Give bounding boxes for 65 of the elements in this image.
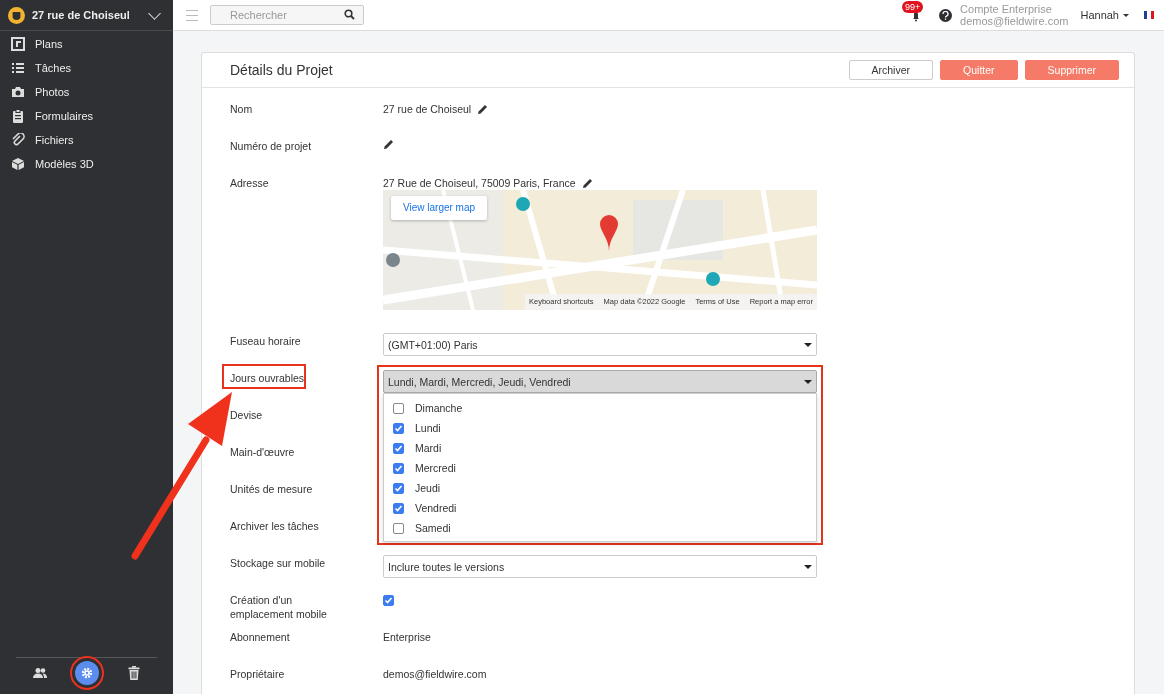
checkbox[interactable] — [393, 462, 404, 474]
clipboard-icon — [11, 109, 25, 123]
checkbox[interactable] — [393, 482, 404, 494]
sidebar-item[interactable]: Fichiers — [0, 128, 173, 152]
checkbox[interactable] — [393, 402, 404, 414]
checkbox[interactable] — [393, 522, 404, 534]
multi-select-field[interactable]: Lundi, Mardi, Mercredi, Jeudi, Vendredi — [383, 370, 817, 393]
cube-icon — [11, 157, 25, 171]
account-plan: Compte Enterprise — [960, 3, 1053, 15]
field-label: Devise — [230, 409, 263, 421]
field-label: Unités de mesure — [230, 483, 313, 495]
field-label: Création d'un emplacement mobile — [230, 594, 327, 620]
field-label: Archiver les tâches — [230, 520, 319, 532]
paperclip-icon — [11, 133, 25, 147]
account-email: demos@fieldwire.com — [960, 15, 1069, 27]
option-label[interactable]: Mercredi — [415, 461, 456, 475]
option-label[interactable]: Jeudi — [415, 481, 441, 495]
settings-icon — [80, 667, 93, 679]
user-menu[interactable]: Hannah — [1080, 9, 1129, 21]
project-name[interactable]: 27 rue de Choiseul — [32, 9, 143, 21]
select-field[interactable]: (GMT+01:00) Paris — [383, 333, 817, 356]
card-title: Détails du Projet — [230, 62, 334, 78]
pencil-icon — [383, 139, 394, 150]
project-logo-icon — [8, 6, 25, 24]
field-label: Nom — [230, 103, 253, 115]
flag-icon[interactable] — [1144, 11, 1154, 19]
sidebar-item[interactable]: Modèles 3D — [0, 152, 173, 176]
field-label: Main-d'œuvre — [230, 446, 295, 458]
floor-plan-icon — [11, 37, 25, 51]
trash-icon — [127, 666, 140, 680]
option-label[interactable]: Mardi — [415, 441, 442, 455]
sidebar-item[interactable]: Plans — [0, 32, 173, 56]
field-value: 27 rue de Choiseul — [383, 102, 472, 116]
field-label: Numéro de projet — [230, 140, 312, 152]
option-label[interactable]: Samedi — [415, 521, 451, 535]
field-label: Jours ouvrables — [230, 372, 305, 384]
field-label: Fuseau horaire — [230, 335, 301, 347]
people-icon — [32, 667, 47, 679]
view-larger-map-button[interactable]: View larger map — [391, 196, 488, 220]
camera-icon — [11, 85, 25, 99]
field-label: Adresse — [230, 177, 269, 189]
checkbox[interactable] — [393, 442, 404, 454]
help-icon[interactable] — [939, 8, 953, 22]
sidebar-item[interactable]: Formulaires — [0, 104, 173, 128]
field-value: Enterprise — [383, 630, 431, 644]
sidebar-item[interactable]: Photos — [0, 80, 173, 104]
pencil-icon — [477, 103, 489, 115]
field-label: Propriétaire — [230, 668, 285, 680]
search-icon — [344, 9, 355, 20]
select-field[interactable]: Inclure toutes le versions — [383, 555, 817, 578]
search-field[interactable]: Rechercher — [210, 5, 364, 25]
option-label[interactable]: Vendredi — [415, 501, 457, 515]
option-label[interactable]: Dimanche — [415, 401, 463, 415]
sidebar-item[interactable]: Tâches — [0, 56, 173, 80]
field-value: demos@fieldwire.com — [383, 667, 487, 681]
field-label: Abonnement — [230, 631, 290, 643]
action-button[interactable]: Archiver — [848, 60, 934, 80]
checkbox[interactable] — [383, 595, 394, 606]
field-label: Stockage sur mobile — [230, 557, 326, 569]
notification-badge[interactable]: 99+ — [902, 1, 924, 13]
checkbox[interactable] — [393, 422, 404, 434]
option-label[interactable]: Lundi — [415, 421, 441, 435]
field-value: 27 Rue de Choiseul, 75009 Paris, France — [383, 176, 576, 190]
list-icon — [11, 61, 25, 75]
checkbox[interactable] — [393, 502, 404, 514]
